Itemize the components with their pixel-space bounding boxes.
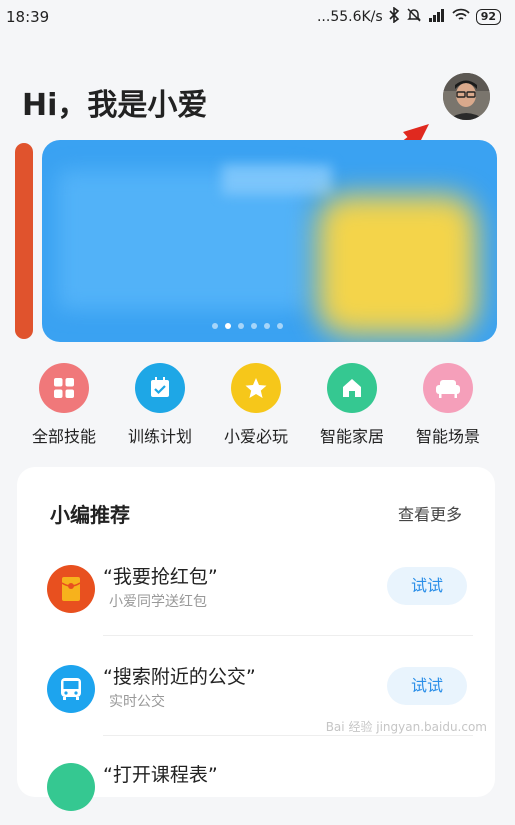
user-avatar[interactable] [443,73,490,120]
quick-label: 全部技能 [31,427,96,446]
quick-must-play[interactable]: 小爱必玩 [206,363,306,447]
red-packet-icon [47,565,95,613]
pagination-dot-active [225,323,231,329]
mute-bell-icon [406,7,422,27]
try-button[interactable]: 试试 [387,567,467,605]
pagination-dot [277,323,283,329]
schedule-icon [47,763,95,811]
item-subtitle: 小爱同学送红包 [109,594,207,610]
pagination-dot [212,323,218,329]
recommend-card: 小编推荐 查看更多 “我要抢红包” 小爱同学送红包 试试 “搜索附近的公交” 实… [17,467,495,811]
pagination-dot [264,323,270,329]
quick-training-plan[interactable]: 训练计划 [110,363,210,447]
sofa-icon [423,363,473,413]
quick-smart-scene[interactable]: 智能场景 [398,363,498,447]
divider [103,635,473,636]
status-bar: 18:39 ...55.6K/s 92 [0,0,515,34]
item-title: “搜索附近的公交” [103,666,256,688]
item-title: “我要抢红包” [103,566,218,588]
banner-pagination [212,323,283,329]
calendar-check-icon [135,363,185,413]
status-indicators: ...55.6K/s 92 [316,6,501,27]
try-button[interactable]: 试试 [387,667,467,705]
signal-icon [428,8,446,26]
status-time: 18:39 [6,8,50,26]
item-title: “打开课程表” [103,764,218,786]
bluetooth-icon [389,6,400,27]
watermark: Bai 经验 jingyan.baidu.com [325,720,487,734]
pagination-dot [251,323,257,329]
quick-entries: 全部技能 训练计划 小爱必玩 智能家居 智能场景 [0,363,515,453]
banner-text-blur [222,165,332,195]
banner-prev-peek[interactable] [15,143,33,339]
list-item[interactable]: “搜索附近的公交” 实时公交 试试 [17,647,495,727]
list-item[interactable]: “我要抢红包” 小爱同学送红包 试试 [17,547,495,627]
wifi-icon [452,8,470,26]
quick-all-skills[interactable]: 全部技能 [14,363,114,447]
bus-icon [47,665,95,713]
section-title: 小编推荐 [50,503,130,527]
divider [103,735,473,736]
network-speed: ...55.6K/s [316,9,383,25]
quick-label: 小爱必玩 [223,427,288,446]
pagination-dot [238,323,244,329]
quick-label: 训练计划 [127,427,192,446]
quick-label: 智能场景 [415,427,480,446]
see-more-link[interactable]: 查看更多 [398,501,462,525]
page-title: Hi，我是小爱 [22,88,208,123]
quick-smart-home[interactable]: 智能家居 [302,363,402,447]
star-icon [231,363,281,413]
battery-indicator: 92 [475,9,501,25]
list-item[interactable]: “打开课程表” [17,745,495,825]
grid-icon [39,363,89,413]
banner-illustration-blur [317,195,477,335]
quick-label: 智能家居 [319,427,384,446]
item-subtitle: 实时公交 [109,694,165,710]
promo-banner[interactable] [42,140,497,342]
home-icon [327,363,377,413]
